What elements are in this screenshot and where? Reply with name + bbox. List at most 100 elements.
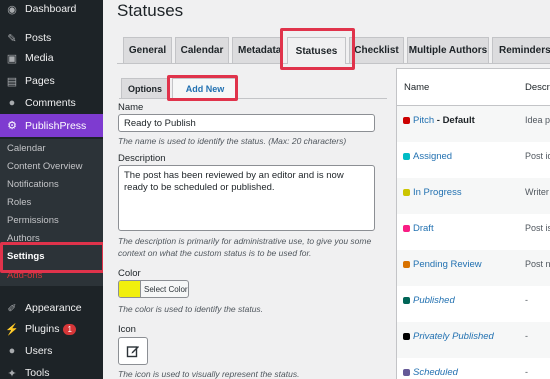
submenu-add-ons[interactable]: Add-ons — [7, 270, 42, 281]
table-row: Draft Post is a — [397, 214, 550, 250]
plugins-update-badge: 1 — [63, 323, 76, 335]
admin-sidebar: ◉ Dashboard ✎ Posts ▣ Media ▤ Pages ● Comment… — [0, 0, 105, 379]
status-name-text: Pending Review — [413, 259, 482, 270]
submenu-roles[interactable]: Roles — [7, 197, 31, 208]
submenu-content-overview[interactable]: Content Overview — [7, 161, 83, 172]
subtabs-divider — [119, 98, 387, 99]
column-header-description[interactable]: Descrip — [525, 82, 550, 93]
status-name-text: Pitch — [413, 115, 435, 126]
subtab-options[interactable]: Options — [121, 78, 169, 98]
status-description: Idea pro — [525, 115, 550, 125]
status-name-link[interactable]: Scheduled — [413, 367, 458, 378]
status-name-link[interactable]: In Progress — [413, 187, 462, 198]
page-title: Statuses — [117, 1, 184, 20]
sidebar-item-plugins[interactable]: ⚡ Plugins 1 — [0, 318, 103, 340]
status-color-dot — [403, 369, 410, 376]
tools-icon: ✦ — [7, 367, 17, 379]
sidebar-item-label: Dashboard — [25, 3, 77, 15]
table-row: Privately Published - — [397, 322, 550, 358]
status-name-link[interactable]: Pitch - Default — [413, 115, 475, 126]
pin-icon: ✎ — [7, 32, 17, 45]
sidebar-item-pages[interactable]: ▤ Pages — [0, 70, 103, 92]
color-swatch — [119, 281, 141, 297]
table-row: Pitch - Default Idea pro — [397, 106, 550, 142]
tab-checklist[interactable]: Checklist — [349, 37, 404, 63]
table-row: Assigned Post ide — [397, 142, 550, 178]
publishpress-submenu: Calendar Content Overview Notifications … — [0, 139, 103, 286]
sidebar-item-dashboard[interactable]: ◉ Dashboard — [0, 0, 103, 20]
status-color-dot — [403, 333, 410, 340]
tab-calendar[interactable]: Calendar — [175, 37, 229, 63]
statuses-table: Name Descrip Pitch - Default Idea pro Assi… — [396, 68, 550, 379]
submenu-notifications[interactable]: Notifications — [7, 179, 59, 190]
sidebar-item-label: Users — [25, 345, 53, 357]
status-name-text: Scheduled — [413, 367, 458, 378]
sidebar-item-comments[interactable]: ● Comments — [0, 92, 103, 114]
comments-icon: ● — [8, 97, 16, 109]
tab-statuses[interactable]: Statuses — [287, 37, 346, 64]
status-name-link[interactable]: Published — [413, 295, 455, 306]
description-label: Description — [118, 153, 166, 164]
subtab-add-new[interactable]: Add New — [172, 78, 238, 99]
tab-metadata[interactable]: Metadata — [232, 37, 282, 63]
status-description: Post ide — [525, 151, 550, 161]
plugins-icon: ⚡ — [5, 323, 19, 336]
main-content: Statuses General Calendar Metadata Statu… — [103, 0, 550, 379]
submenu-authors[interactable]: Authors — [7, 233, 40, 244]
appearance-icon: ✐ — [7, 302, 17, 315]
table-row: In Progress Writer is — [397, 178, 550, 214]
sidebar-item-label: Tools — [25, 367, 50, 379]
submenu-calendar[interactable]: Calendar — [7, 143, 46, 154]
status-color-dot — [403, 297, 410, 304]
tab-multiple-authors[interactable]: Multiple Authors — [407, 37, 489, 63]
users-icon: ● — [8, 345, 16, 357]
status-name-text: Privately Published — [413, 331, 494, 342]
name-label: Name — [118, 102, 144, 113]
color-help-text: The color is used to identify the status… — [118, 304, 264, 314]
select-color-label: Select Color — [144, 284, 188, 294]
icon-label: Icon — [118, 324, 136, 335]
sidebar-item-publishpress[interactable]: ⚙ PublishPress — [0, 114, 103, 137]
sidebar-item-media[interactable]: ▣ Media — [0, 47, 103, 69]
default-status-marker: - Default — [434, 115, 475, 126]
status-name-link[interactable]: Draft — [413, 223, 434, 234]
status-color-dot — [403, 117, 410, 124]
status-description: Post nee — [525, 259, 550, 269]
status-name-link[interactable]: Assigned — [413, 151, 452, 162]
status-name-link[interactable]: Pending Review — [413, 259, 482, 270]
status-description: Post is a — [525, 223, 550, 233]
status-description: - — [525, 367, 528, 377]
sidebar-item-label: Posts — [25, 32, 52, 44]
status-name-text: Published — [413, 295, 455, 306]
table-row: Scheduled - — [397, 358, 550, 379]
column-header-name[interactable]: Name — [404, 82, 429, 93]
status-name-text: In Progress — [413, 187, 462, 198]
table-row: Pending Review Post nee — [397, 250, 550, 286]
status-description-textarea[interactable]: The post has been reviewed by an editor … — [118, 165, 375, 231]
sidebar-item-label: Appearance — [25, 302, 82, 314]
color-picker-button[interactable]: Select Color — [118, 280, 189, 298]
icon-help-text: The icon is used to visually represent t… — [118, 369, 300, 379]
dashboard-icon: ◉ — [7, 3, 17, 16]
status-color-dot — [403, 189, 410, 196]
status-description: Writer is — [525, 187, 550, 197]
publishpress-icon: ⚙ — [7, 120, 17, 132]
tab-general[interactable]: General — [123, 37, 172, 63]
sidebar-item-label: Media — [25, 52, 54, 64]
sidebar-item-tools[interactable]: ✦ Tools — [0, 362, 103, 379]
status-name-link[interactable]: Privately Published — [413, 331, 494, 342]
sidebar-item-posts[interactable]: ✎ Posts — [0, 27, 103, 49]
sidebar-item-users[interactable]: ● Users — [0, 340, 103, 362]
status-name-input[interactable]: Ready to Publish — [118, 114, 375, 132]
status-color-dot — [403, 225, 410, 232]
status-name-text: Assigned — [413, 151, 453, 162]
edit-icon — [126, 346, 139, 358]
tab-reminders[interactable]: Reminders — [492, 37, 550, 63]
icon-picker-button[interactable] — [118, 337, 148, 365]
submenu-permissions[interactable]: Permissions — [7, 215, 59, 226]
submenu-settings[interactable]: Settings — [7, 251, 44, 262]
pages-icon: ▤ — [6, 75, 18, 88]
sidebar-item-label: PublishPress — [25, 119, 87, 132]
sidebar-item-appearance[interactable]: ✐ Appearance — [0, 297, 103, 319]
status-color-dot — [403, 261, 410, 268]
